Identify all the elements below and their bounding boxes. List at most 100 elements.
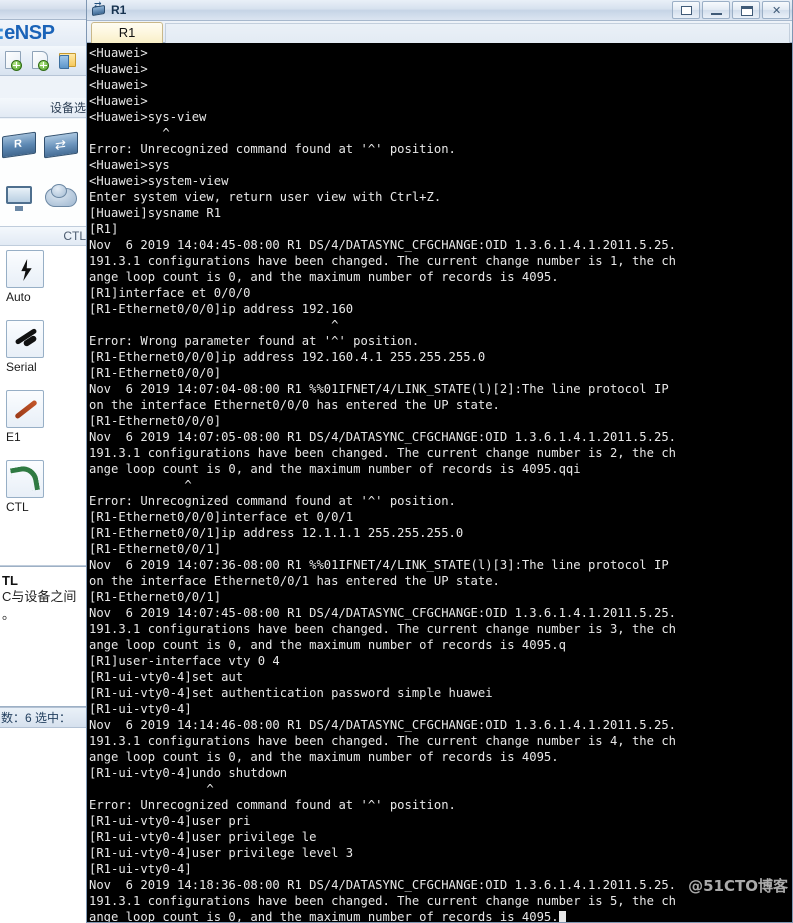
terminal-line: Nov 6 2019 14:14:46-08:00 R1 DS/4/DATASY… xyxy=(89,718,676,732)
terminal-line: on the interface Ethernet0/0/1 has enter… xyxy=(89,574,500,588)
terminal-line: [R1-Ethernet0/0/0] xyxy=(89,414,222,428)
device-row xyxy=(0,171,88,223)
connection-tool-auto[interactable]: Auto xyxy=(0,246,88,316)
restore-button[interactable] xyxy=(672,1,700,19)
ctl-cable-icon[interactable] xyxy=(6,460,44,498)
minimize-button[interactable] xyxy=(702,1,730,19)
terminal-line: [R1-ui-vty0-4] xyxy=(89,702,192,716)
terminal-line: ^ xyxy=(89,126,170,140)
connection-tool-label: Auto xyxy=(6,290,31,304)
terminal-line: [R1-Ethernet0/0/1] xyxy=(89,542,222,556)
ensp-titlebar xyxy=(0,0,88,20)
terminal-line: ange loop count is 0, and the maximum nu… xyxy=(89,638,566,652)
tab-r1[interactable]: R1 xyxy=(91,22,163,43)
connection-tool-label: CTL xyxy=(6,500,29,514)
open-topology-icon[interactable] xyxy=(29,49,53,73)
terminal-line: Nov 6 2019 14:07:05-08:00 R1 DS/4/DATASY… xyxy=(89,430,676,444)
terminal-line: [R1]interface et 0/0/0 xyxy=(89,286,251,300)
terminal-line: ange loop count is 0, and the maximum nu… xyxy=(89,909,790,922)
terminal-line: [R1-Ethernet0/0/1] xyxy=(89,590,222,604)
terminal-line: [R1-ui-vty0-4]user pri xyxy=(89,814,251,828)
connection-tool-list: Auto Serial E1 CTL xyxy=(0,246,88,566)
cli-window-title: R1 xyxy=(111,3,127,17)
terminal-line: [R1-ui-vty0-4]set aut xyxy=(89,670,244,684)
new-topology-icon[interactable] xyxy=(2,49,26,73)
plus-badge-icon xyxy=(11,59,22,71)
terminal-line: Error: Unrecognized command found at '^'… xyxy=(89,798,456,812)
terminal-line: <Huawei>sys xyxy=(89,158,170,172)
terminal-line: 191.3.1 configurations have been changed… xyxy=(89,622,676,636)
terminal-line: [R1-ui-vty0-4]undo shutdown xyxy=(89,766,288,780)
window-controls: ✕ xyxy=(672,1,790,19)
connection-tool-ctl[interactable]: CTL xyxy=(0,456,88,526)
terminal-line: Nov 6 2019 14:04:45-08:00 R1 DS/4/DATASY… xyxy=(89,238,676,252)
terminal-line: [R1-ui-vty0-4]set authentication passwor… xyxy=(89,686,493,700)
tab-strip-background xyxy=(165,23,790,43)
ensp-toolbar xyxy=(0,46,88,76)
device-palette xyxy=(0,119,88,227)
serial-cable-icon[interactable] xyxy=(6,320,44,358)
save-topology-icon[interactable] xyxy=(56,49,80,73)
terminal-line: [R1-Ethernet0/0/0] xyxy=(89,366,222,380)
terminal-line: [R1-Ethernet0/0/1]ip address 12.1.1.1 25… xyxy=(89,526,464,540)
switch-icon[interactable] xyxy=(44,128,80,162)
terminal-line: [R1-ui-vty0-4]user privilege level 3 xyxy=(89,846,354,860)
pc-icon[interactable] xyxy=(2,180,38,214)
ensp-statusbar: 数：6 选中： xyxy=(0,707,88,728)
terminal-output[interactable]: <Huawei> <Huawei> <Huawei> <Huawei> <Huawei>… xyxy=(87,43,792,922)
device-row xyxy=(0,119,88,171)
terminal-line: <Huawei> xyxy=(89,62,148,76)
terminal-line: ange loop count is 0, and the maximum nu… xyxy=(89,270,559,284)
terminal-line: Enter system view, return user view with… xyxy=(89,190,442,204)
ensp-logo: :eNSP xyxy=(0,20,88,46)
terminal-line: [Huawei]sysname R1 xyxy=(89,206,222,220)
cli-console-window: ⇄ R1 ✕ R1 <Huawei><Huawei><Huawei><Huawe… xyxy=(86,0,793,923)
terminal-line: Error: Wrong parameter found at '^' posi… xyxy=(89,334,420,348)
terminal-line: <Huawei>system-view xyxy=(89,174,229,188)
cloud-icon[interactable] xyxy=(44,180,80,214)
terminal-line: Nov 6 2019 14:07:04-08:00 R1 %%01IFNET/4… xyxy=(89,382,669,396)
terminal-line: Error: Unrecognized command found at '^'… xyxy=(89,494,456,508)
terminal-line: [R1-Ethernet0/0/0]ip address 192.160 xyxy=(89,302,354,316)
maximize-button[interactable] xyxy=(732,1,760,19)
router-icon: ⇄ xyxy=(91,1,107,18)
folder-shape xyxy=(59,52,76,69)
text-cursor xyxy=(558,911,566,922)
terminal-line: 191.3.1 configurations have been changed… xyxy=(89,446,676,460)
tool-description-panel: TL C与设备之间 。 xyxy=(0,566,88,707)
cli-tab-strip: R1 xyxy=(87,21,792,43)
screen-root: :eNSP 设备选 CTL xyxy=(0,0,793,923)
terminal-line: [R1-Ethernet0/0/0]ip address 192.160.4.1… xyxy=(89,350,486,364)
terminal-line: ^ xyxy=(89,318,339,332)
terminal-line: 191.3.1 configurations have been changed… xyxy=(89,254,676,268)
terminal-line: ^ xyxy=(89,782,214,796)
ensp-logo-text: eNSP xyxy=(4,22,55,44)
terminal-line: on the interface Ethernet0/0/0 has enter… xyxy=(89,398,500,412)
cli-titlebar[interactable]: ⇄ R1 ✕ xyxy=(87,0,792,21)
connection-tool-serial[interactable]: Serial xyxy=(0,316,88,386)
terminal-line: Nov 6 2019 14:07:36-08:00 R1 %%01IFNET/4… xyxy=(89,558,669,572)
connection-panel-header: CTL xyxy=(0,227,88,246)
ensp-application-window: :eNSP 设备选 CTL xyxy=(0,0,88,923)
terminal-line: <Huawei> xyxy=(89,78,148,92)
ensp-canvas-area[interactable] xyxy=(0,728,88,923)
router-icon[interactable] xyxy=(2,128,38,162)
terminal-line: [R1] xyxy=(89,222,119,236)
terminal-line: ange loop count is 0, and the maximum nu… xyxy=(89,462,581,476)
connection-tool-label: E1 xyxy=(6,430,21,444)
connection-tool-label: Serial xyxy=(6,360,37,374)
tool-description-line-2: 。 xyxy=(2,607,16,622)
terminal-line: ^ xyxy=(89,478,192,492)
terminal-line: 191.3.1 configurations have been changed… xyxy=(89,734,676,748)
e1-cable-icon[interactable] xyxy=(6,390,44,428)
terminal-line: [R1-Ethernet0/0/0]interface et 0/0/1 xyxy=(89,510,354,524)
lightning-bolt-icon[interactable] xyxy=(6,250,44,288)
connection-tool-e1[interactable]: E1 xyxy=(0,386,88,456)
terminal-line: [R1-ui-vty0-4] xyxy=(89,862,192,876)
terminal-line: Error: Unrecognized command found at '^'… xyxy=(89,142,456,156)
tool-description-title: TL xyxy=(2,573,18,588)
terminal-line: Nov 6 2019 14:18:36-08:00 R1 DS/4/DATASY… xyxy=(89,878,676,892)
device-panel-header: 设备选 xyxy=(0,98,88,118)
close-button[interactable]: ✕ xyxy=(762,1,790,19)
terminal-line: [R1]user-interface vty 0 4 xyxy=(89,654,280,668)
